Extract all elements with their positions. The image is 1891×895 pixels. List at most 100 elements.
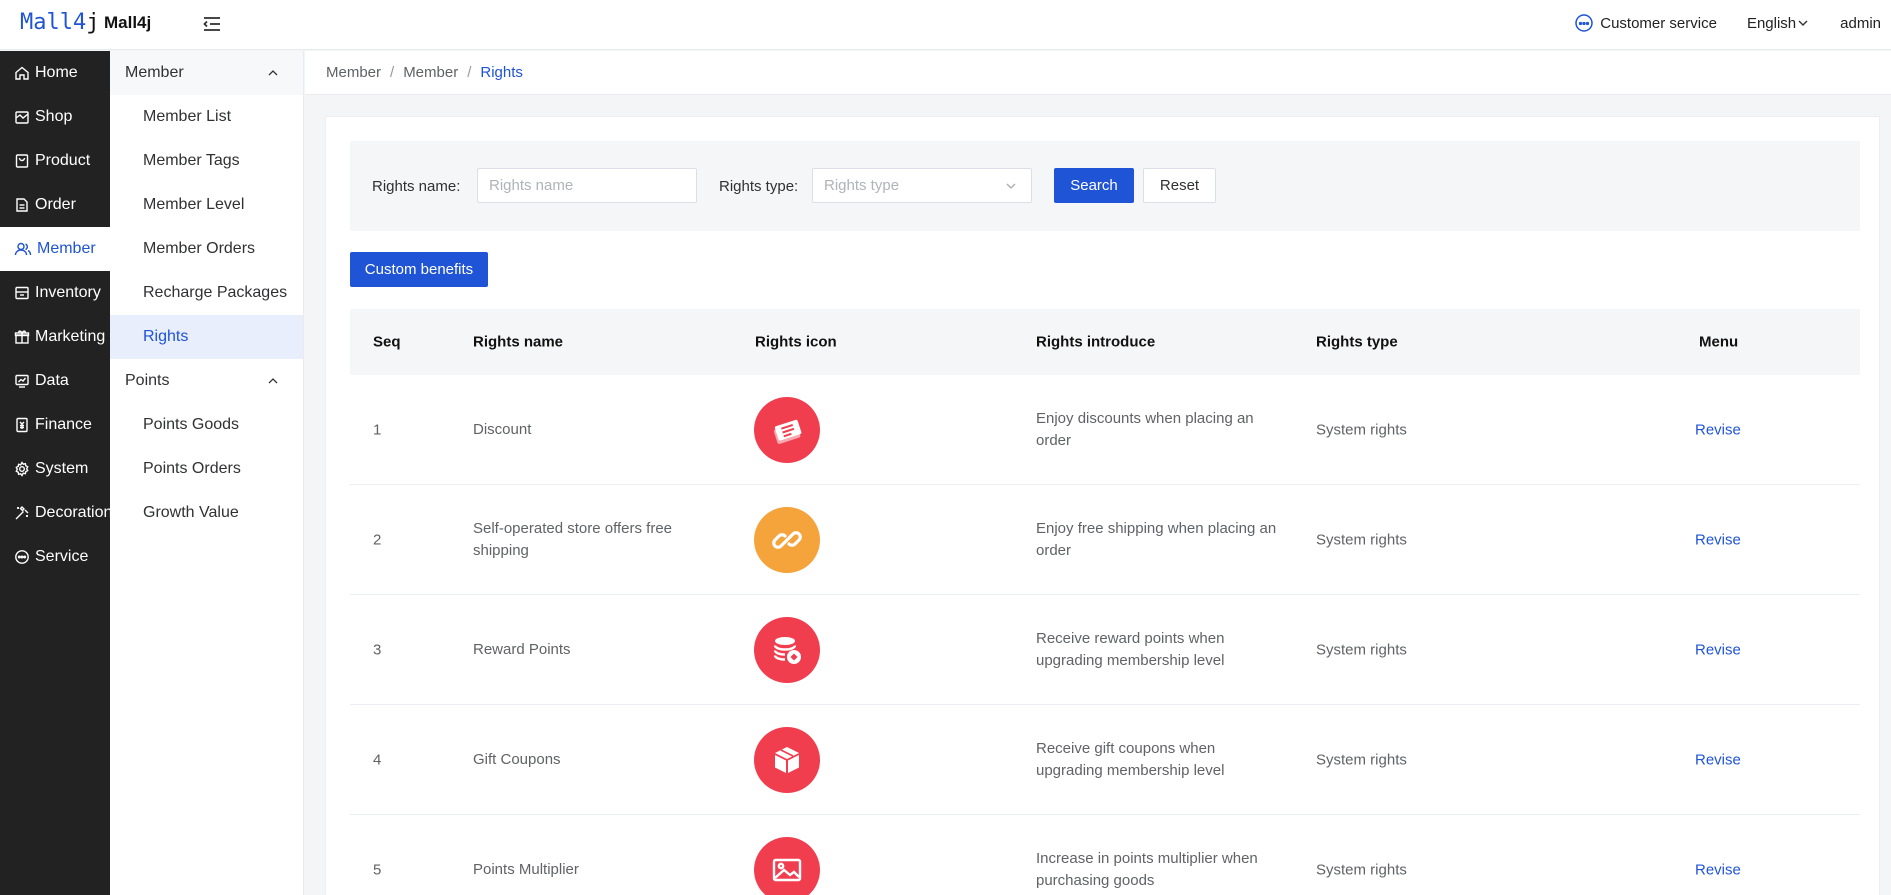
nav-item-label: Member [37, 240, 96, 257]
nav-item-shop[interactable]: Shop [0, 95, 110, 139]
cell-rights-introduce: Enjoy free shipping when placing an orde… [1036, 519, 1277, 559]
brand-name: Mall4j [104, 13, 152, 32]
primary-sidebar: Home Shop Product Order Member Inventory… [0, 51, 112, 895]
cell-rights-type: System rights [1316, 531, 1407, 548]
product-icon [15, 154, 29, 168]
inventory-icon [15, 286, 29, 300]
revise-link[interactable]: Revise [1695, 421, 1741, 438]
row-icon [754, 396, 820, 463]
col-rights-introduce: Rights introduce [1036, 333, 1156, 351]
cell-rights-introduce: Enjoy discounts when placing an order [1036, 409, 1254, 449]
customer-service-label: Customer service [1600, 14, 1717, 32]
breadcrumb-item[interactable]: Member [326, 64, 381, 81]
nav-item-home[interactable]: Home [0, 51, 110, 95]
nav-item-order[interactable]: Order [0, 183, 110, 227]
breadcrumb-separator: / [390, 64, 395, 81]
cell-rights-name: Gift Coupons [473, 750, 561, 768]
col-rights-name: Rights name [473, 333, 564, 351]
subnav-item-points-goods[interactable]: Points Goods [110, 403, 303, 447]
subnav-item-recharge-packages[interactable]: Recharge Packages [110, 271, 303, 315]
cell-rights-type: System rights [1316, 641, 1407, 658]
cell-seq: 3 [373, 641, 382, 658]
cell-seq: 5 [373, 861, 382, 878]
breadcrumb-item[interactable]: Member [403, 64, 458, 81]
ticket-icon [773, 419, 802, 444]
cell-rights-name: Reward Points [473, 640, 571, 658]
breadcrumb: Member / Member / Rights [305, 51, 1891, 95]
nav-item-system[interactable]: System [0, 447, 110, 491]
custom-benefits-button[interactable]: Custom benefits [350, 252, 488, 287]
logo-accent: j [86, 10, 100, 35]
nav-item-service[interactable]: Service [0, 535, 110, 579]
subnav-item-points-orders[interactable]: Points Orders [110, 447, 303, 491]
chevron-up-icon [268, 70, 278, 76]
cell-rights-type: System rights [1316, 861, 1407, 878]
subnav-group-label: Points [125, 372, 170, 389]
cell-rights-introduce: Receive gift coupons when upgrading memb… [1036, 739, 1225, 779]
nav-item-inventory[interactable]: Inventory [0, 271, 110, 315]
nav-item-finance[interactable]: Finance [0, 403, 110, 447]
chat-bubble-icon [1575, 14, 1593, 32]
image-icon [772, 858, 802, 881]
filter-panel: Rights name: Rights type: Rights type Se… [350, 141, 1860, 231]
chevron-down-icon [1006, 183, 1016, 189]
breadcrumb-current: Rights [480, 64, 523, 81]
finance-icon [16, 417, 28, 433]
member-icon [14, 242, 32, 256]
language-select[interactable]: English [1747, 15, 1810, 32]
nav-item-label: Shop [35, 108, 73, 125]
rights-type-label: Rights type: [719, 178, 799, 195]
coins-icon [773, 636, 801, 664]
col-rights-icon: Rights icon [755, 333, 837, 351]
rights-name-label: Rights name: [372, 178, 461, 195]
cell-rights-name: Points Multiplier [473, 860, 579, 878]
nav-item-label: Service [35, 548, 89, 565]
nav-item-data[interactable]: Data [0, 359, 110, 403]
rights-name-input[interactable] [477, 168, 697, 203]
table-row: 4 Gift Coupons Receive gift coupons when… [350, 705, 1860, 815]
search-button[interactable]: Search [1054, 168, 1134, 203]
nav-item-product[interactable]: Product [0, 139, 110, 183]
rights-type-select[interactable]: Rights type [812, 168, 1032, 203]
subnav-item-rights[interactable]: Rights [110, 315, 303, 359]
language-label: English [1746, 14, 1797, 32]
table-row: 3 Reward Points Receive reward points wh… [350, 595, 1860, 705]
rights-table: Seq Rights name Rights icon Rights intro… [350, 309, 1860, 895]
subnav-item-member-level[interactable]: Member Level [110, 183, 303, 227]
data-icon [15, 374, 29, 388]
revise-link[interactable]: Revise [1695, 751, 1741, 768]
subnav-item-growth-value[interactable]: Growth Value [110, 491, 303, 535]
link-icon [772, 530, 802, 549]
reset-button[interactable]: Reset [1143, 168, 1216, 203]
nav-item-marketing[interactable]: Marketing [0, 315, 110, 359]
logo[interactable]: Mall4j [20, 10, 99, 35]
user-name[interactable]: admin [1840, 15, 1881, 32]
nav-item-member[interactable]: Member [0, 227, 110, 271]
table-row: 2 Self-operated store offers free shippi… [350, 485, 1860, 595]
nav-item-label: Order [35, 196, 76, 213]
chevron-down-icon [1798, 20, 1808, 26]
nav-item-decoration[interactable]: Decoration [0, 491, 112, 535]
subnav-group-points[interactable]: Points [110, 359, 303, 403]
revise-link[interactable]: Revise [1695, 861, 1741, 878]
top-bar: Mall4j Mall4j Customer service English a… [0, 0, 1891, 50]
row-icon [754, 506, 820, 573]
nav-item-label: Inventory [35, 284, 101, 301]
revise-link[interactable]: Revise [1695, 641, 1741, 658]
revise-link[interactable]: Revise [1695, 531, 1741, 548]
nav-item-label: Marketing [35, 328, 106, 345]
customer-service-link[interactable]: Customer service [1574, 13, 1717, 33]
cell-rights-type: System rights [1316, 421, 1407, 438]
secondary-sidebar: Member Member List Member Tags Member Le… [110, 51, 304, 895]
subnav-group-member[interactable]: Member [110, 51, 303, 95]
subnav-item-member-orders[interactable]: Member Orders [110, 227, 303, 271]
cell-rights-introduce: Increase in points multiplier when purch… [1036, 849, 1258, 889]
subnav-item-member-list[interactable]: Member List [110, 95, 303, 139]
cell-seq: 1 [373, 421, 382, 438]
table-header: Seq Rights name Rights icon Rights intro… [350, 309, 1860, 375]
nav-item-label: Product [35, 152, 91, 169]
collapse-menu-button[interactable] [200, 12, 224, 36]
cell-seq: 2 [373, 531, 382, 548]
subnav-item-member-tags[interactable]: Member Tags [110, 139, 303, 183]
cell-seq: 4 [373, 751, 382, 768]
